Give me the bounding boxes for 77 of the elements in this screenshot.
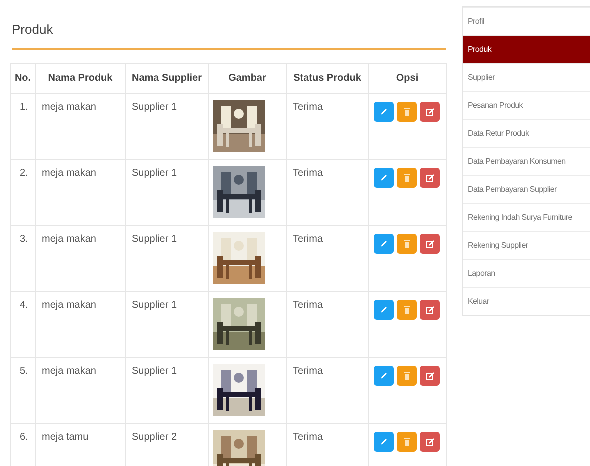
table-cell: meja makan bbox=[42, 234, 96, 245]
pencil-icon bbox=[380, 108, 388, 116]
table-cell: meja makan bbox=[42, 300, 96, 311]
sidebar-item[interactable]: Data Pembayaran Konsumen bbox=[463, 147, 590, 175]
column-header: Gambar bbox=[208, 64, 286, 94]
edit-square-button[interactable] bbox=[420, 102, 440, 122]
sidebar-item[interactable]: Rekening Indah Surya Furniture bbox=[463, 203, 590, 231]
sidebar-item[interactable]: Supplier bbox=[463, 63, 590, 91]
table-cell: Terima bbox=[293, 300, 324, 311]
table-cell: Terima bbox=[293, 234, 324, 245]
trash-icon bbox=[404, 108, 410, 116]
edit-square-icon bbox=[426, 438, 434, 446]
table-cell: Supplier 1 bbox=[132, 234, 178, 245]
column-header: Nama Supplier bbox=[126, 64, 208, 94]
edit-square-button[interactable] bbox=[420, 168, 440, 188]
table-cell: meja makan bbox=[42, 168, 96, 179]
edit-button[interactable] bbox=[374, 366, 394, 386]
trash-icon bbox=[404, 372, 410, 380]
trash-icon bbox=[404, 174, 410, 182]
table-cell: 4. bbox=[20, 300, 28, 311]
edit-square-icon bbox=[426, 306, 434, 314]
table-cell: meja makan bbox=[42, 102, 96, 113]
delete-button[interactable] bbox=[397, 300, 417, 320]
edit-button[interactable] bbox=[374, 168, 394, 188]
table-cell: Terima bbox=[293, 366, 324, 377]
edit-button[interactable] bbox=[374, 234, 394, 254]
pencil-icon bbox=[380, 174, 388, 182]
edit-square-button[interactable] bbox=[420, 300, 440, 320]
sidebar-item[interactable]: Rekening Supplier bbox=[463, 231, 590, 259]
table-cell: 3. bbox=[20, 234, 28, 245]
trash-icon bbox=[404, 306, 410, 314]
column-header: Nama Produk bbox=[36, 64, 126, 94]
sidebar-item[interactable]: Laporan bbox=[463, 259, 590, 287]
edit-square-button[interactable] bbox=[420, 234, 440, 254]
table-cell: Terima bbox=[293, 102, 324, 113]
trash-icon bbox=[404, 438, 410, 446]
table-cell: Terima bbox=[293, 168, 324, 179]
table-cell: Supplier 1 bbox=[132, 102, 178, 113]
table-cell: Supplier 1 bbox=[132, 168, 178, 179]
edit-square-icon bbox=[426, 240, 434, 248]
sidebar-item[interactable]: Data Retur Produk bbox=[463, 119, 590, 147]
delete-button[interactable] bbox=[397, 234, 417, 254]
column-header: Status Produk bbox=[286, 64, 368, 94]
table-cell: Terima bbox=[293, 432, 324, 443]
delete-button[interactable] bbox=[397, 432, 417, 452]
edit-button[interactable] bbox=[374, 432, 394, 452]
edit-square-button[interactable] bbox=[420, 432, 440, 452]
table-cell: Supplier 2 bbox=[132, 432, 178, 443]
sidebar-item[interactable]: Data Pembayaran Supplier bbox=[463, 175, 590, 203]
pencil-icon bbox=[380, 372, 388, 380]
sidebar-item[interactable]: Produk bbox=[463, 35, 590, 63]
delete-button[interactable] bbox=[397, 366, 417, 386]
edit-square-icon bbox=[426, 372, 434, 380]
edit-button[interactable] bbox=[374, 102, 394, 122]
edit-square-icon bbox=[426, 174, 434, 182]
table-cell: meja tamu bbox=[42, 432, 89, 443]
pencil-icon bbox=[380, 240, 388, 248]
sidebar-item[interactable]: Keluar bbox=[463, 287, 590, 315]
page-title: Produk bbox=[12, 22, 446, 50]
trash-icon bbox=[404, 240, 410, 248]
table-cell: 5. bbox=[20, 366, 28, 377]
delete-button[interactable] bbox=[397, 102, 417, 122]
table-cell: meja makan bbox=[42, 366, 96, 377]
table-cell: Supplier 1 bbox=[132, 366, 178, 377]
column-header: No. bbox=[10, 64, 36, 94]
edit-square-button[interactable] bbox=[420, 366, 440, 386]
table-cell: 2. bbox=[20, 168, 28, 179]
table-cell: Supplier 1 bbox=[132, 300, 178, 311]
delete-button[interactable] bbox=[397, 168, 417, 188]
edit-button[interactable] bbox=[374, 300, 394, 320]
pencil-icon bbox=[380, 306, 388, 314]
sidebar-item[interactable]: Pesanan Produk bbox=[463, 91, 590, 119]
table-cell: 6. bbox=[20, 432, 28, 443]
pencil-icon bbox=[380, 438, 388, 446]
column-header: Opsi bbox=[368, 64, 446, 94]
table-cell: 1. bbox=[20, 102, 28, 113]
edit-square-icon bbox=[426, 108, 434, 116]
